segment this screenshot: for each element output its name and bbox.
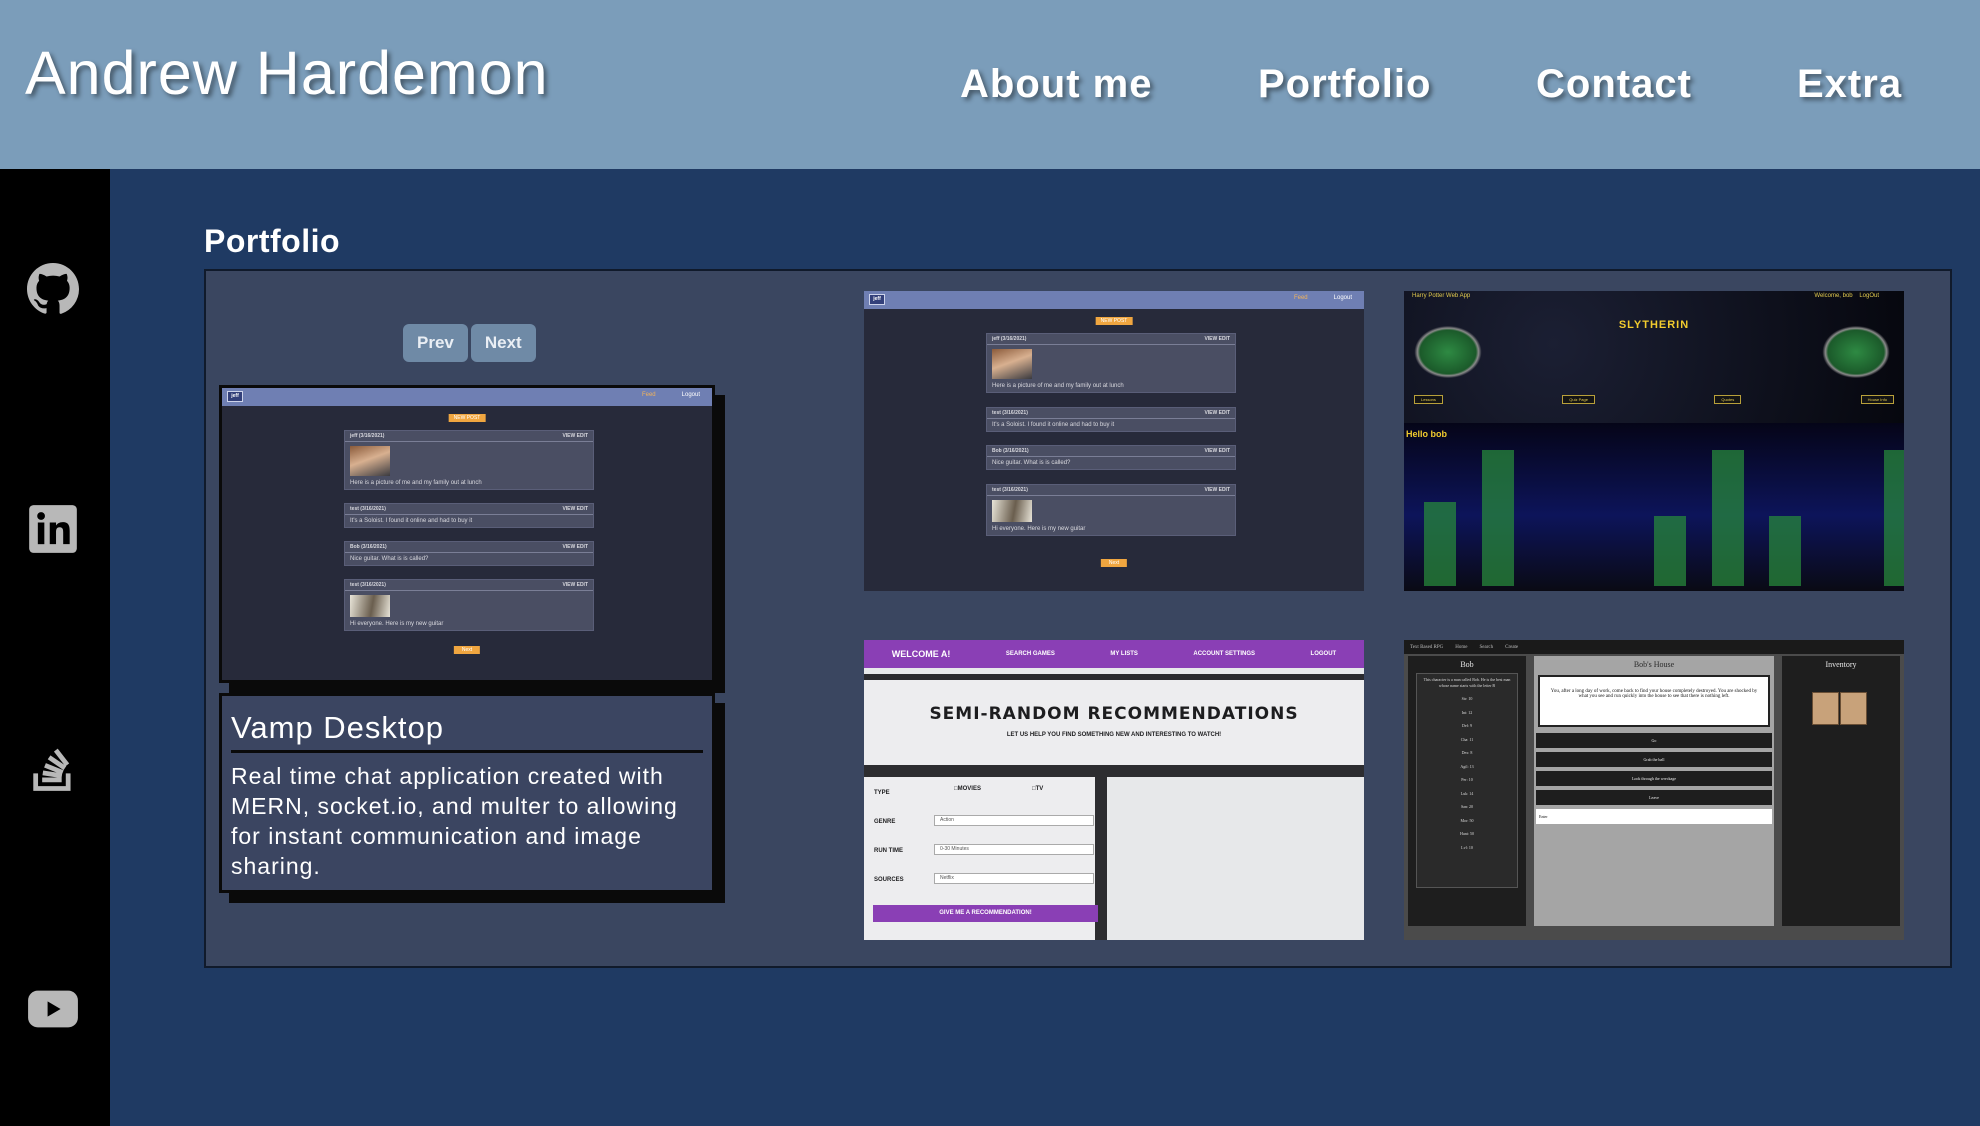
chart-bar <box>1711 450 1744 586</box>
nav-portfolio[interactable]: Portfolio <box>1258 62 1431 107</box>
slytherin-crest-icon <box>1412 324 1484 380</box>
featured-screenshot[interactable]: jeff Feed Logout NEW POST jeff (3/16/2021… <box>219 385 715 683</box>
post-photo <box>992 500 1032 522</box>
post-photo <box>350 446 390 476</box>
project-description: Real time chat application created with … <box>231 763 678 879</box>
vamp-post: Bob (3/16/2021) VIEW EDIT Nice guitar. Wh… <box>344 541 594 566</box>
stat-line: Mor: 50 <box>1460 817 1474 823</box>
stat-line: Lvl: 10 <box>1461 844 1473 850</box>
vamp-post: test (3/16/2021) VIEW EDIT Hi everyone. H… <box>344 579 594 631</box>
vamp-preview: jeff Feed Logout NEW POST jeff (3/16/2021… <box>864 291 1364 591</box>
nav-contact[interactable]: Contact <box>1536 62 1692 107</box>
stack-overflow-icon[interactable] <box>27 743 79 795</box>
vamp-post: jeff (3/16/2021) VIEW EDIT Here is a pict… <box>986 333 1236 393</box>
thumbnail-vamp-desktop[interactable]: jeff Feed Logout NEW POST jeff (3/16/2021… <box>864 291 1364 591</box>
stat-line: San: 20 <box>1460 804 1474 809</box>
chart-bar <box>1654 516 1686 586</box>
vamp-post: jeff (3/16/2021) VIEW EDIT Here is a pict… <box>344 430 594 490</box>
next-button[interactable]: Next <box>470 324 536 362</box>
portfolio-panel: Prev Next jeff Feed Logout NEW POST jeff … <box>204 269 1952 968</box>
slytherin-crest-icon <box>1820 324 1892 380</box>
post-photo <box>350 595 390 617</box>
harry-potter-preview: Harry Potter Web App Welcome, bob LogOut … <box>1404 291 1904 591</box>
linkedin-icon[interactable] <box>27 503 79 555</box>
section-title: Portfolio <box>204 223 341 259</box>
vamp-logout-link: Logout <box>681 392 700 398</box>
nav-about-me[interactable]: About me <box>960 62 1152 107</box>
vamp-post: test (3/16/2021) VIEW EDIT It's a Soloist… <box>986 407 1236 432</box>
chart-bar <box>1424 502 1456 586</box>
stat-line: Cha: 11 <box>1460 736 1474 742</box>
house-points-chart <box>1404 423 1904 591</box>
site-header: Andrew Hardemon About me Portfolio Conta… <box>0 0 1980 169</box>
stat-line: Def: 9 <box>1461 723 1473 728</box>
github-icon[interactable] <box>27 263 79 315</box>
vamp-post: test (3/16/2021) VIEW EDIT It's a Soloist… <box>344 503 594 528</box>
nav-extra[interactable]: Extra <box>1797 62 1902 107</box>
stat-line: Str: 10 <box>1461 696 1473 701</box>
vamp-feed-link: Feed <box>641 392 656 398</box>
vamp-next: Next <box>453 646 481 654</box>
project-name: Vamp Desktop <box>231 710 703 753</box>
recommendations-preview: WELCOME A! SEARCH GAMES MY LISTS ACCOUNT… <box>864 640 1364 940</box>
vamp-post: Bob (3/16/2021) VIEW EDIT Nice guitar. Wh… <box>986 445 1236 470</box>
stat-line: Agil: 13 <box>1460 763 1474 769</box>
chart-bar <box>1481 450 1514 586</box>
prev-button[interactable]: Prev <box>403 324 468 362</box>
pager: Prev Next <box>403 324 536 362</box>
social-sidebar <box>0 169 110 1126</box>
shovel-icon <box>1812 692 1839 725</box>
stat-line: Per: 10 <box>1461 777 1473 782</box>
post-photo <box>992 349 1032 379</box>
stat-line: Int: 12 <box>1461 709 1473 715</box>
vamp-preview: jeff Feed Logout NEW POST jeff (3/16/2021… <box>222 388 712 680</box>
text-rpg-preview: Text Based RPG Home Search Create Bob Th… <box>1404 640 1904 940</box>
vamp-new-post: NEW POST <box>448 414 486 422</box>
featured-info-card: Vamp Desktop Real time chat application … <box>219 693 715 893</box>
thumbnail-recommendations[interactable]: WELCOME A! SEARCH GAMES MY LISTS ACCOUNT… <box>864 640 1364 940</box>
vamp-post: test (3/16/2021) VIEW EDIT Hi everyone. H… <box>986 484 1236 536</box>
knife-icon <box>1840 692 1867 725</box>
stat-line: Dex: 8 <box>1461 750 1473 755</box>
site-title[interactable]: Andrew Hardemon <box>25 38 549 108</box>
youtube-icon[interactable] <box>27 983 79 1035</box>
stat-line: Hunt: 50 <box>1459 831 1475 836</box>
chart-bar <box>1884 450 1904 586</box>
vamp-logo: jeff <box>227 391 243 402</box>
chart-bar <box>1769 516 1801 586</box>
thumbnail-harry-potter[interactable]: Harry Potter Web App Welcome, bob LogOut … <box>1404 291 1904 591</box>
thumbnail-text-rpg[interactable]: Text Based RPG Home Search Create Bob Th… <box>1404 640 1904 940</box>
stat-line: Luk: 14 <box>1460 790 1474 796</box>
